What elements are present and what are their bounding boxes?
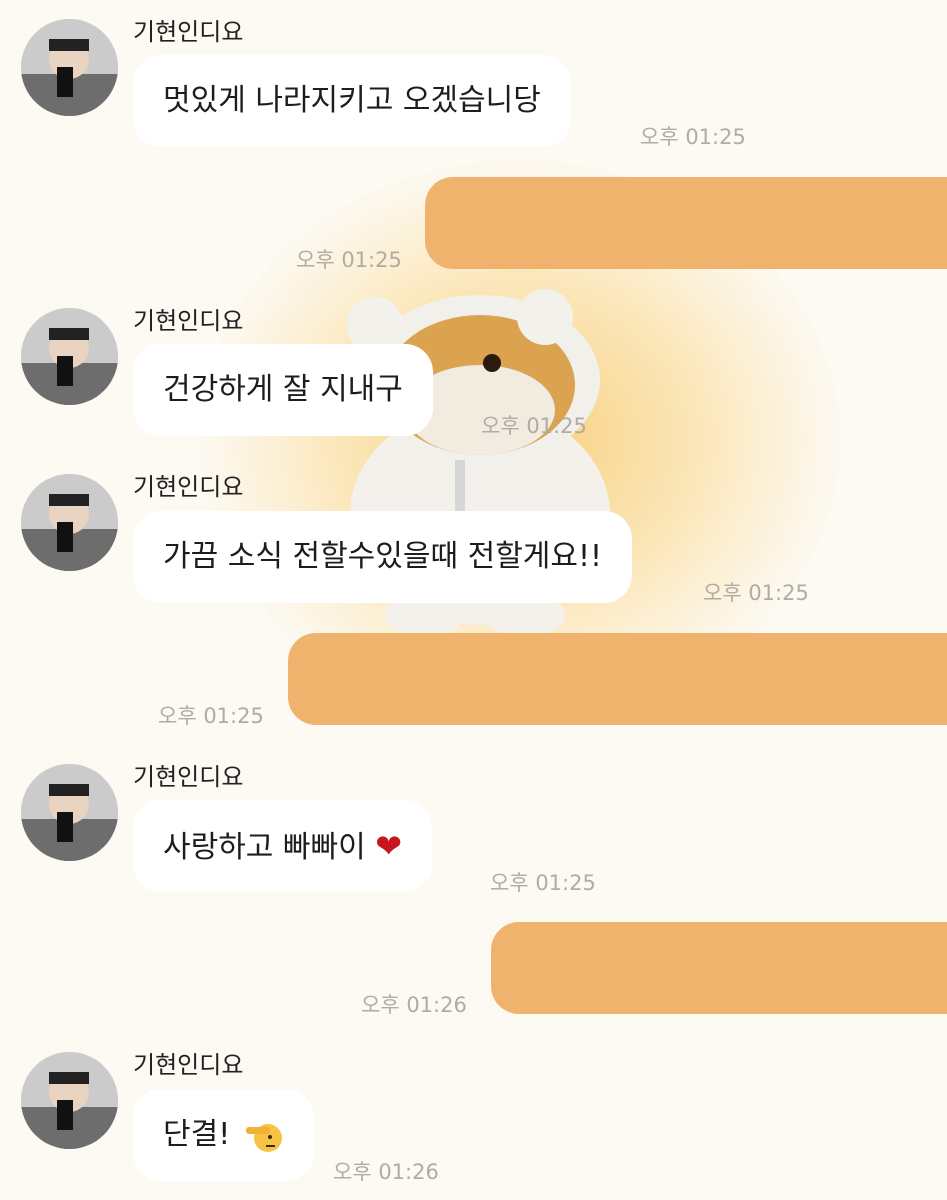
message-text: 건강하게 잘 지내구 (163, 372, 403, 407)
message-bubble[interactable]: 가끔 소식 전할수있을때 전할게요!! (133, 511, 633, 603)
my-message-bubble[interactable] (288, 633, 947, 725)
avatar[interactable] (21, 1052, 118, 1149)
message-text: 가끔 소식 전할수있을때 전할게요!! (163, 539, 603, 574)
sender-name: 기현인디요 (133, 307, 244, 335)
timestamp: 오후 01:26 (333, 1160, 439, 1184)
heart-emoji-icon: ❤ (375, 827, 403, 865)
my-message-bubble[interactable] (425, 177, 947, 269)
saluting-face-emoji-icon (245, 1123, 282, 1152)
timestamp: 오후 01:26 (361, 993, 467, 1017)
avatar[interactable] (21, 19, 118, 116)
sender-name: 기현인디요 (133, 1051, 244, 1079)
avatar[interactable] (21, 308, 118, 405)
timestamp: 오후 01:25 (481, 414, 587, 438)
message-bubble[interactable]: 멋있게 나라지키고 오겠습니당 (133, 55, 571, 147)
sender-name: 기현인디요 (133, 473, 244, 501)
timestamp: 오후 01:25 (158, 704, 264, 728)
message-bubble[interactable]: 건강하게 잘 지내구 (133, 344, 433, 436)
sender-name: 기현인디요 (133, 18, 244, 46)
timestamp: 오후 01:25 (490, 871, 596, 895)
avatar[interactable] (21, 474, 118, 571)
message-bubble[interactable]: 단결! (133, 1089, 314, 1181)
message-text: 멋있게 나라지키고 오겠습니당 (163, 83, 541, 118)
avatar[interactable] (21, 764, 118, 861)
sender-name: 기현인디요 (133, 763, 244, 791)
timestamp: 오후 01:25 (296, 248, 402, 272)
my-message-bubble[interactable] (491, 922, 947, 1014)
timestamp: 오후 01:25 (640, 125, 746, 149)
message-text: 단결! (163, 1117, 231, 1152)
message-text: 사랑하고 빠빠이 (163, 830, 366, 865)
message-bubble[interactable]: 사랑하고 빠빠이 ❤ (133, 800, 433, 892)
timestamp: 오후 01:25 (703, 581, 809, 605)
